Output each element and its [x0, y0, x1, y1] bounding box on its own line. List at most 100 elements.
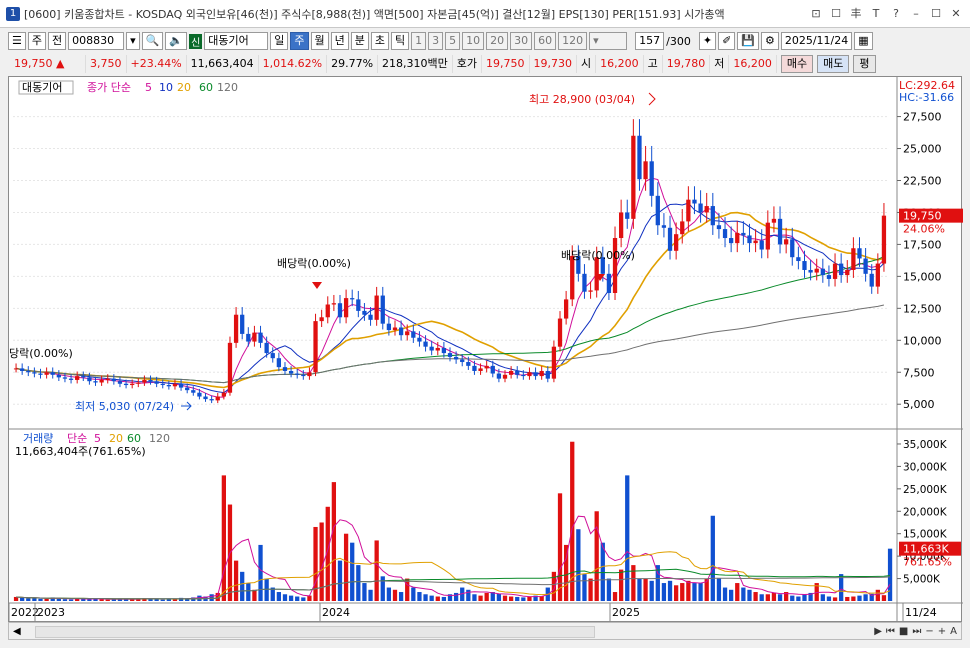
sell-button[interactable]: 매도: [817, 55, 850, 73]
speaker-icon[interactable]: 🔈: [165, 32, 188, 50]
volume-bar: [777, 594, 783, 601]
count-input[interactable]: 157: [635, 32, 665, 50]
interval-3[interactable]: 3: [428, 32, 444, 50]
eval-button[interactable]: 평: [853, 55, 876, 73]
volume-bar: [386, 587, 392, 601]
volume-bar: [295, 596, 300, 601]
indicator-icon[interactable]: ✦: [698, 32, 717, 50]
forward-icon[interactable]: ⏭: [912, 626, 921, 637]
volume-last-tag-label: 11,663K: [903, 543, 949, 556]
trade-amount: 218,310백만: [378, 55, 453, 73]
candle: [735, 232, 740, 244]
period-tick[interactable]: 틱: [391, 32, 410, 50]
candle: [405, 331, 410, 336]
candle: [301, 374, 306, 377]
save-icon[interactable]: 💾: [737, 32, 759, 50]
rewind-icon[interactable]: ⏮: [886, 626, 895, 637]
chart-area[interactable]: 27,50025,00022,50020,00017,50015,00012,5…: [8, 76, 965, 623]
layout-icon[interactable]: ⊡: [808, 6, 824, 22]
settings-icon[interactable]: ⚙: [760, 32, 779, 50]
candle: [612, 238, 618, 293]
menu-icon[interactable]: ☰: [8, 32, 26, 50]
calendar-icon[interactable]: ▦: [854, 32, 873, 50]
volume-axis-label: 15,000K: [903, 529, 948, 541]
volume-bar: [313, 526, 318, 601]
candle: [796, 257, 801, 262]
interval-60[interactable]: 60: [534, 32, 557, 50]
candle: [618, 212, 624, 239]
minimize-icon[interactable]: –: [908, 6, 924, 22]
candle: [478, 368, 483, 371]
scroll-left-icon[interactable]: ◀: [9, 626, 25, 637]
maximize-icon[interactable]: ☐: [928, 6, 944, 22]
period-year[interactable]: 년: [330, 32, 349, 50]
close-icon[interactable]: ✕: [948, 6, 964, 22]
stock-code-input[interactable]: 008830: [68, 32, 125, 50]
candle: [814, 268, 819, 273]
stop-icon[interactable]: ■: [899, 626, 908, 637]
candle: [331, 303, 337, 305]
volume-bar: [362, 583, 367, 601]
volume-ma-lines: [16, 515, 891, 600]
volume-last-pct: 761.65%: [903, 556, 952, 569]
candle: [447, 353, 453, 357]
candle: [698, 203, 703, 213]
candle: [881, 215, 887, 264]
restore-icon[interactable]: ☐: [828, 6, 844, 22]
market-select[interactable]: 주: [27, 32, 46, 50]
volume-bar: [337, 560, 343, 601]
zoom-out-icon[interactable]: −: [925, 626, 933, 637]
interval-10[interactable]: 10: [462, 32, 485, 50]
search-icon[interactable]: 🔍: [141, 32, 164, 50]
ma-period-120: 120: [217, 81, 238, 94]
volume-bar: [160, 599, 165, 601]
candle: [594, 257, 599, 291]
draw-icon[interactable]: ✐: [718, 32, 736, 50]
volume-bar: [246, 583, 251, 601]
interval-dropdown[interactable]: ▾: [589, 32, 628, 50]
date-label: 2024: [322, 606, 350, 619]
volume-ma-period-20: 20: [109, 432, 123, 445]
candle: [282, 367, 288, 371]
scrollbar[interactable]: [35, 626, 595, 638]
period-minute[interactable]: 분: [350, 32, 369, 50]
volume-bar: [276, 592, 282, 601]
quote-bar: 19,750 ▲ 3,750 +23.44% 11,663,404 1,014.…: [0, 54, 970, 74]
interval-120[interactable]: 120: [558, 32, 588, 50]
candle: [93, 381, 98, 383]
play-icon[interactable]: ▶: [874, 626, 882, 637]
code-dropdown-icon[interactable]: ▾: [126, 32, 140, 50]
candle: [398, 327, 404, 336]
candle: [337, 303, 343, 318]
interval-1[interactable]: 1: [411, 32, 427, 50]
help-icon[interactable]: ?: [888, 6, 904, 22]
interval-30[interactable]: 30: [510, 32, 533, 50]
period-day[interactable]: 일: [270, 32, 289, 50]
window-buttons: ⊡ ☐ 丰 T ? – ☐ ✕: [808, 6, 970, 22]
volume-bar: [881, 595, 887, 601]
stock-name: 대동기어: [204, 32, 269, 50]
buy-button[interactable]: 매수: [780, 55, 814, 73]
candle: [325, 304, 330, 318]
font-icon[interactable]: A: [950, 626, 957, 637]
period-second[interactable]: 초: [370, 32, 390, 50]
price-volume-chart[interactable]: 27,50025,00022,50020,00017,50015,00012,5…: [8, 77, 965, 623]
candle: [20, 368, 25, 371]
ma-period-20: 20: [177, 81, 191, 94]
interval-20[interactable]: 20: [486, 32, 509, 50]
date-input[interactable]: 2025/11/24: [780, 32, 853, 50]
volume-axis-label: 20,000K: [903, 506, 948, 518]
all-select[interactable]: 전: [48, 32, 67, 50]
zoom-in-icon[interactable]: +: [938, 626, 946, 637]
volume-bar: [209, 594, 214, 601]
period-month[interactable]: 월: [310, 32, 329, 50]
volume-bar: [875, 589, 880, 601]
volume-axis-label: 30,000K: [903, 461, 948, 473]
interval-5[interactable]: 5: [445, 32, 461, 50]
volume-bar: [380, 576, 385, 601]
volume-ma-period-60: 60: [127, 432, 141, 445]
pin-icon[interactable]: 丰: [848, 6, 864, 22]
text-icon[interactable]: T: [868, 6, 884, 22]
volume-bar: [759, 594, 764, 601]
period-week[interactable]: 주: [290, 32, 309, 50]
